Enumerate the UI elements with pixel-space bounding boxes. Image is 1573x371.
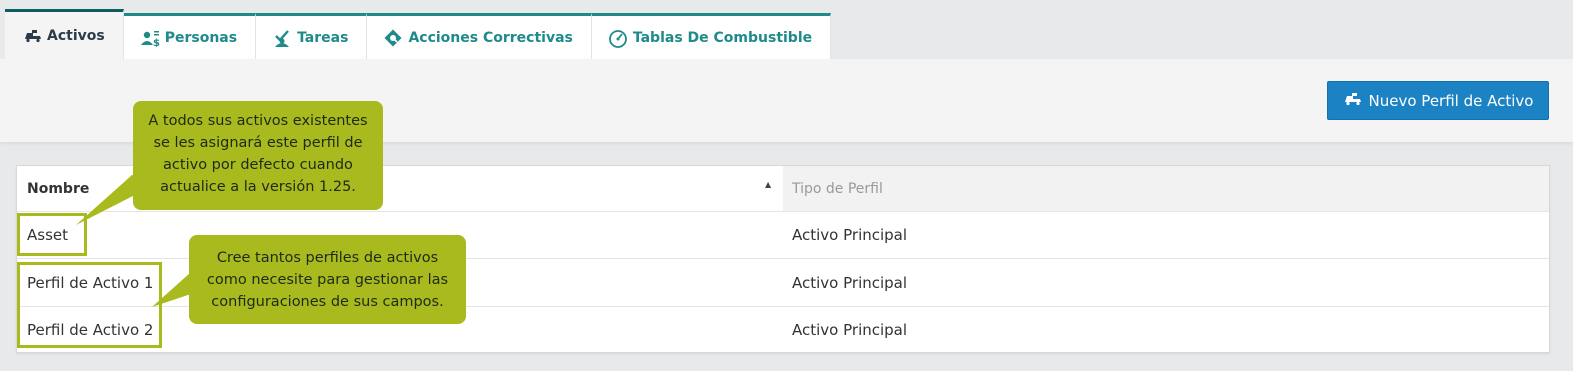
callout-create-profiles: Cree tantos perfiles de activos como nec… bbox=[189, 235, 466, 324]
tasks-icon bbox=[272, 28, 292, 48]
button-label: Nuevo Perfil de Activo bbox=[1368, 91, 1534, 110]
tab-tablas-de-combustible[interactable]: Tablas De Combustible bbox=[591, 13, 832, 59]
tab-personas[interactable]: $ Personas bbox=[123, 13, 257, 59]
highlight-box-profiles bbox=[17, 262, 162, 348]
tab-label: Tareas bbox=[297, 29, 349, 46]
tab-acciones-correctivas[interactable]: Acciones Correctivas bbox=[367, 13, 592, 59]
callout-text: Cree tantos perfiles de activos como nec… bbox=[206, 250, 449, 310]
tab-activos[interactable]: Activos bbox=[5, 9, 124, 59]
tab-bar: Activos $ Personas Tareas Acciones Corre… bbox=[5, 9, 832, 59]
wrench-icon bbox=[383, 28, 403, 48]
truck-icon bbox=[23, 26, 43, 46]
new-asset-profile-button[interactable]: Nuevo Perfil de Activo bbox=[1327, 81, 1549, 120]
tab-label: Personas bbox=[164, 29, 238, 46]
callout-text: A todos sus activos existentes se les as… bbox=[148, 113, 368, 195]
people-icon: $ bbox=[140, 28, 160, 48]
row-type: Activo Principal bbox=[792, 273, 908, 292]
tab-tareas[interactable]: Tareas bbox=[256, 13, 368, 59]
tab-label: Activos bbox=[47, 27, 105, 44]
tab-label: Tablas De Combustible bbox=[632, 29, 813, 46]
column-header-type[interactable]: Tipo de Perfil bbox=[792, 166, 883, 211]
gauge-icon bbox=[608, 28, 628, 48]
svg-text:$: $ bbox=[153, 38, 160, 47]
callout-default-profile: A todos sus activos existentes se les as… bbox=[133, 101, 383, 210]
row-type: Activo Principal bbox=[792, 226, 908, 244]
sort-asc-icon[interactable]: ▲ bbox=[765, 180, 771, 189]
truck-icon bbox=[1343, 92, 1363, 110]
type-header-bg bbox=[783, 166, 1549, 211]
row-type: Activo Principal bbox=[792, 320, 908, 339]
tab-label: Acciones Correctivas bbox=[408, 29, 573, 46]
